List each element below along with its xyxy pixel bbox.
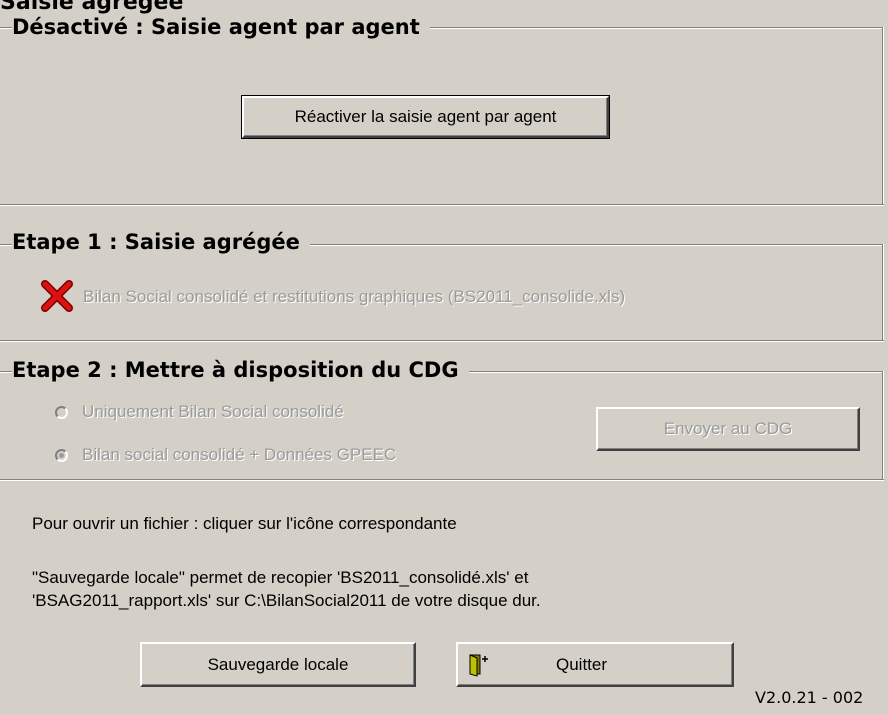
section-step1-title: Etape 1 : Saisie agrégée [12, 229, 310, 255]
reactivate-entry-button[interactable]: Réactiver la saisie agent par agent [241, 95, 610, 139]
radio-button-selected[interactable] [55, 448, 68, 462]
radio-dot [59, 452, 64, 458]
version-label: V2.0.21 - 002 [755, 688, 864, 707]
send-to-cdg-button[interactable]: Envoyer au CDG [596, 407, 860, 451]
section-step2-right-border [882, 371, 884, 479]
info-save-line1: "Sauvegarde locale" permet de recopier '… [32, 568, 529, 587]
window-title: Saisie agrégée [0, 0, 184, 15]
section-divider [0, 204, 884, 206]
section-disabled-title: Désactivé : Saisie agent par agent [12, 14, 430, 40]
radio-option-consolidated-gpeec[interactable]: Bilan social consolidé + Données GPEEC [55, 445, 396, 465]
section-step2-title: Etape 2 : Mettre à disposition du CDG [12, 357, 469, 383]
radio-option-consolidated-only[interactable]: Uniquement Bilan Social consolidé [55, 402, 344, 422]
radio-label: Uniquement Bilan Social consolidé [82, 402, 344, 421]
consolidated-file-label: Bilan Social consolidé et restitutions g… [83, 287, 626, 306]
exit-door-icon [468, 653, 490, 677]
radio-label: Bilan social consolidé + Données GPEEC [82, 445, 397, 464]
info-open-file: Pour ouvrir un fichier : cliquer sur l'i… [32, 514, 457, 533]
local-save-button[interactable]: Sauvegarde locale [140, 642, 416, 687]
section-step1-right-border [882, 244, 884, 340]
section-divider [0, 479, 884, 481]
red-x-icon[interactable] [40, 279, 74, 313]
info-save-line2: 'BSAG2011_rapport.xls' sur C:\BilanSocia… [32, 591, 541, 610]
section-disabled-right-border [882, 27, 884, 204]
quit-button[interactable]: Quitter [456, 642, 734, 687]
radio-button[interactable] [55, 405, 68, 419]
quit-button-label: Quitter [556, 654, 608, 674]
section-divider [0, 340, 884, 342]
